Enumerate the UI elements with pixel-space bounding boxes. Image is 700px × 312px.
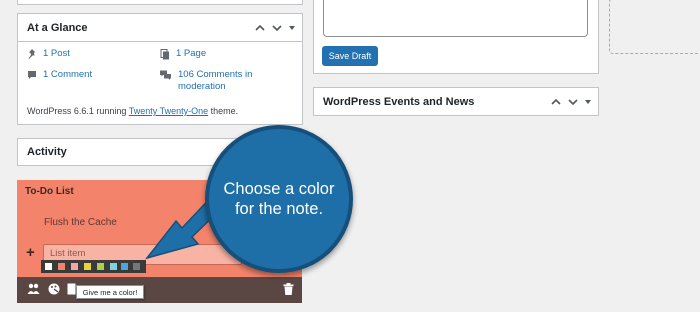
callout-line-1: Choose a color [223, 180, 335, 198]
callout-bubble: Choose a color for the note. [205, 125, 353, 273]
callout-arrow-icon [145, 188, 230, 260]
callout-line-2: for the note. [234, 200, 324, 218]
